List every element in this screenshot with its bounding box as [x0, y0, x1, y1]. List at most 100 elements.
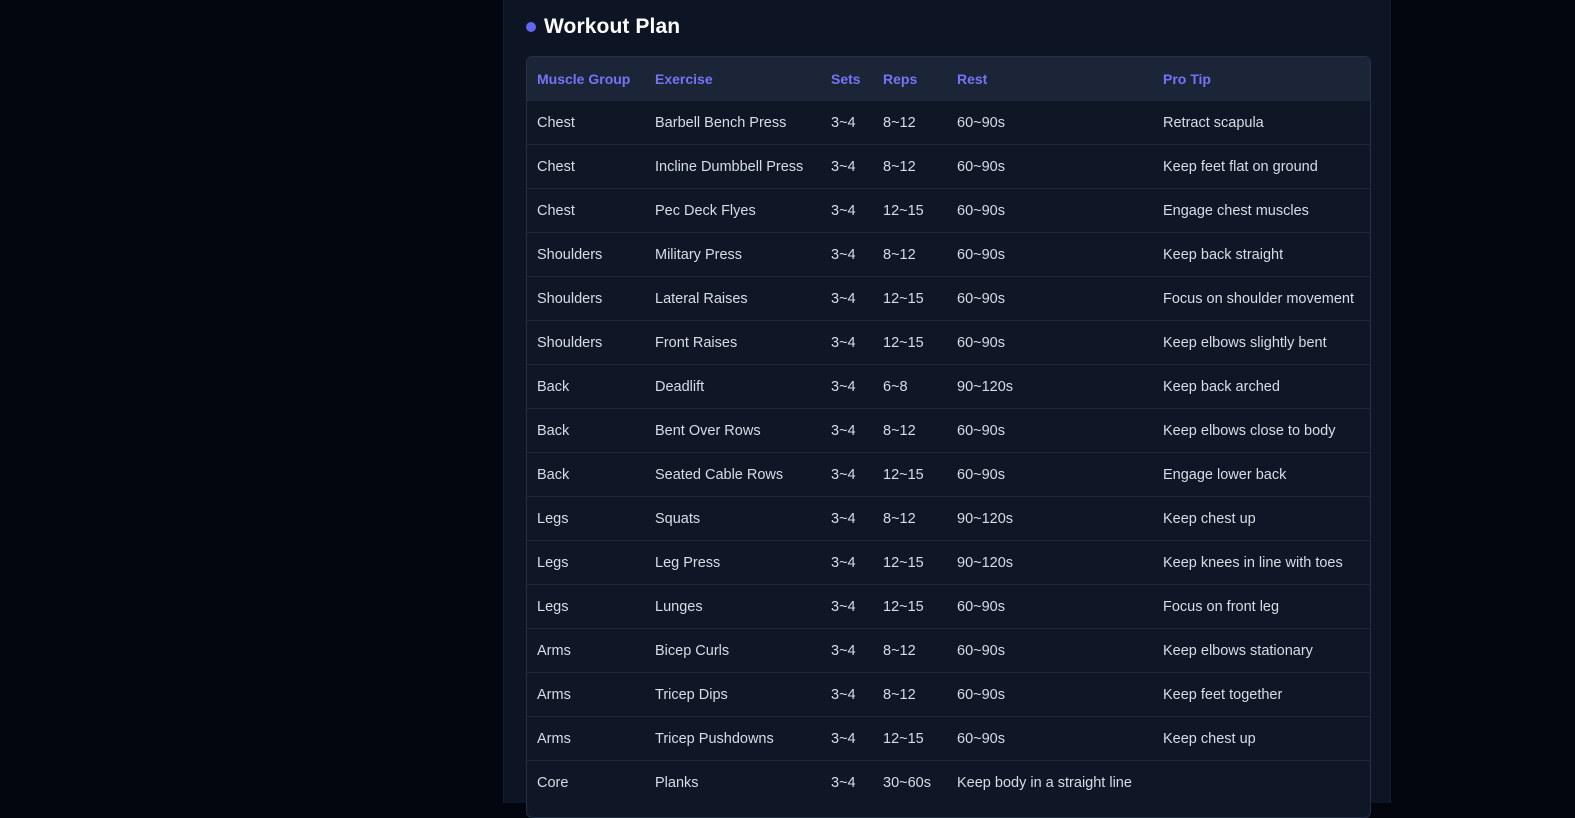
- cell-rest: 90~120s: [947, 540, 1153, 585]
- cell-reps: 12~15: [873, 584, 947, 629]
- table-row: Shoulders Front Raises 3~4 12~15 60~90s Keep …: [527, 320, 1370, 365]
- cell-muscle-group: Back: [527, 364, 645, 409]
- cell-sets: 3~4: [821, 364, 873, 409]
- cell-sets: 3~4: [821, 716, 873, 761]
- workout-panel: Workout Plan Muscle Group Exercise Sets …: [503, 0, 1391, 818]
- cell-reps: 12~15: [873, 716, 947, 761]
- cell-sets: 3~4: [821, 100, 873, 145]
- cell-sets: 3~4: [821, 760, 873, 804]
- cell-rest: 60~90s: [947, 100, 1153, 145]
- workout-table: Muscle Group Exercise Sets Reps Rest Pro…: [527, 57, 1370, 804]
- cell-sets: 3~4: [821, 496, 873, 541]
- header-pro-tip: Pro Tip: [1153, 57, 1370, 101]
- section-title: Workout Plan: [544, 15, 681, 38]
- cell-rest: 60~90s: [947, 144, 1153, 189]
- cell-rest: 60~90s: [947, 716, 1153, 761]
- cell-muscle-group: Chest: [527, 100, 645, 145]
- cell-exercise: Military Press: [645, 232, 821, 277]
- table-row: Arms Tricep Pushdowns 3~4 12~15 60~90s Keep c…: [527, 716, 1370, 761]
- cell-reps: 12~15: [873, 320, 947, 365]
- cell-pro-tip: Keep elbows slightly bent: [1153, 320, 1370, 365]
- table-header-row: Muscle Group Exercise Sets Reps Rest Pro…: [527, 57, 1370, 101]
- table-row: Chest Incline Dumbbell Press 3~4 8~12 60~90s…: [527, 144, 1370, 189]
- cell-exercise: Squats: [645, 496, 821, 541]
- cell-muscle-group: Shoulders: [527, 232, 645, 277]
- cell-reps: 8~12: [873, 100, 947, 145]
- cell-muscle-group: Chest: [527, 144, 645, 189]
- cell-pro-tip: Keep feet flat on ground: [1153, 144, 1370, 189]
- cell-rest: 60~90s: [947, 628, 1153, 673]
- cell-exercise: Front Raises: [645, 320, 821, 365]
- cell-muscle-group: Chest: [527, 188, 645, 233]
- cell-pro-tip: Focus on shoulder movement: [1153, 276, 1370, 321]
- cell-pro-tip: Focus on front leg: [1153, 584, 1370, 629]
- table-row: Legs Lunges 3~4 12~15 60~90s Focus on front l…: [527, 584, 1370, 629]
- cell-sets: 3~4: [821, 672, 873, 717]
- cell-exercise: Pec Deck Flyes: [645, 188, 821, 233]
- table-row: Shoulders Military Press 3~4 8~12 60~90s Keep…: [527, 232, 1370, 277]
- section-header: Workout Plan: [526, 12, 680, 42]
- cell-sets: 3~4: [821, 276, 873, 321]
- cell-rest: 60~90s: [947, 188, 1153, 233]
- cell-exercise: Bicep Curls: [645, 628, 821, 673]
- table-row: Legs Leg Press 3~4 12~15 90~120s Keep knees i…: [527, 540, 1370, 585]
- cell-exercise: Tricep Dips: [645, 672, 821, 717]
- cell-pro-tip: Keep feet together: [1153, 672, 1370, 717]
- cell-rest: 60~90s: [947, 232, 1153, 277]
- cell-pro-tip: Keep chest up: [1153, 496, 1370, 541]
- cell-pro-tip: Keep back arched: [1153, 364, 1370, 409]
- cell-muscle-group: Core: [527, 760, 645, 804]
- cell-reps: 12~15: [873, 276, 947, 321]
- cell-rest: 60~90s: [947, 584, 1153, 629]
- cell-pro-tip: Keep chest up: [1153, 716, 1370, 761]
- cell-muscle-group: Arms: [527, 628, 645, 673]
- cell-exercise: Leg Press: [645, 540, 821, 585]
- cell-sets: 3~4: [821, 232, 873, 277]
- header-reps: Reps: [873, 57, 947, 101]
- cell-pro-tip: Engage chest muscles: [1153, 188, 1370, 233]
- table-row: Arms Bicep Curls 3~4 8~12 60~90s Keep elbows …: [527, 628, 1370, 673]
- cell-muscle-group: Legs: [527, 496, 645, 541]
- cell-reps: 8~12: [873, 144, 947, 189]
- cell-rest: 60~90s: [947, 408, 1153, 453]
- cell-pro-tip: Engage lower back: [1153, 452, 1370, 497]
- cell-pro-tip: Keep knees in line with toes: [1153, 540, 1370, 585]
- cell-pro-tip: Keep elbows close to body: [1153, 408, 1370, 453]
- cell-rest: 60~90s: [947, 452, 1153, 497]
- cell-exercise: Lunges: [645, 584, 821, 629]
- cell-sets: 3~4: [821, 144, 873, 189]
- cell-exercise: Seated Cable Rows: [645, 452, 821, 497]
- cell-pro-tip: Keep elbows stationary: [1153, 628, 1370, 673]
- table-row: Chest Barbell Bench Press 3~4 8~12 60~90s Ret…: [527, 100, 1370, 145]
- cell-rest: 60~90s: [947, 276, 1153, 321]
- cell-muscle-group: Legs: [527, 540, 645, 585]
- cell-reps: 8~12: [873, 232, 947, 277]
- cell-sets: 3~4: [821, 540, 873, 585]
- cell-muscle-group: Shoulders: [527, 320, 645, 365]
- table-row: Arms Tricep Dips 3~4 8~12 60~90s Keep feet to…: [527, 672, 1370, 717]
- bullet-dot-icon: [526, 22, 536, 32]
- cell-pro-tip: [1153, 760, 1370, 804]
- cell-reps: 8~12: [873, 408, 947, 453]
- cell-exercise: Barbell Bench Press: [645, 100, 821, 145]
- cell-sets: 3~4: [821, 584, 873, 629]
- cell-sets: 3~4: [821, 628, 873, 673]
- table-row: Back Bent Over Rows 3~4 8~12 60~90s Keep elbo…: [527, 408, 1370, 453]
- cell-reps: 30~60s: [873, 760, 947, 804]
- table-row: Core Planks 3~4 30~60s Keep body in a straig…: [527, 760, 1370, 804]
- table-row: Back Seated Cable Rows 3~4 12~15 60~90s Engag…: [527, 452, 1370, 497]
- cell-muscle-group: Back: [527, 408, 645, 453]
- header-sets: Sets: [821, 57, 873, 101]
- cell-reps: 8~12: [873, 496, 947, 541]
- cell-muscle-group: Arms: [527, 716, 645, 761]
- cell-pro-tip: Retract scapula: [1153, 100, 1370, 145]
- cell-exercise: Bent Over Rows: [645, 408, 821, 453]
- cell-exercise: Deadlift: [645, 364, 821, 409]
- cell-muscle-group: Arms: [527, 672, 645, 717]
- cell-reps: 12~15: [873, 188, 947, 233]
- table-row: Back Deadlift 3~4 6~8 90~120s Keep back arche…: [527, 364, 1370, 409]
- cell-rest: Keep body in a straight line: [947, 760, 1153, 804]
- table-row: Shoulders Lateral Raises 3~4 12~15 60~90s Foc…: [527, 276, 1370, 321]
- cell-reps: 12~15: [873, 540, 947, 585]
- header-rest: Rest: [947, 57, 1153, 101]
